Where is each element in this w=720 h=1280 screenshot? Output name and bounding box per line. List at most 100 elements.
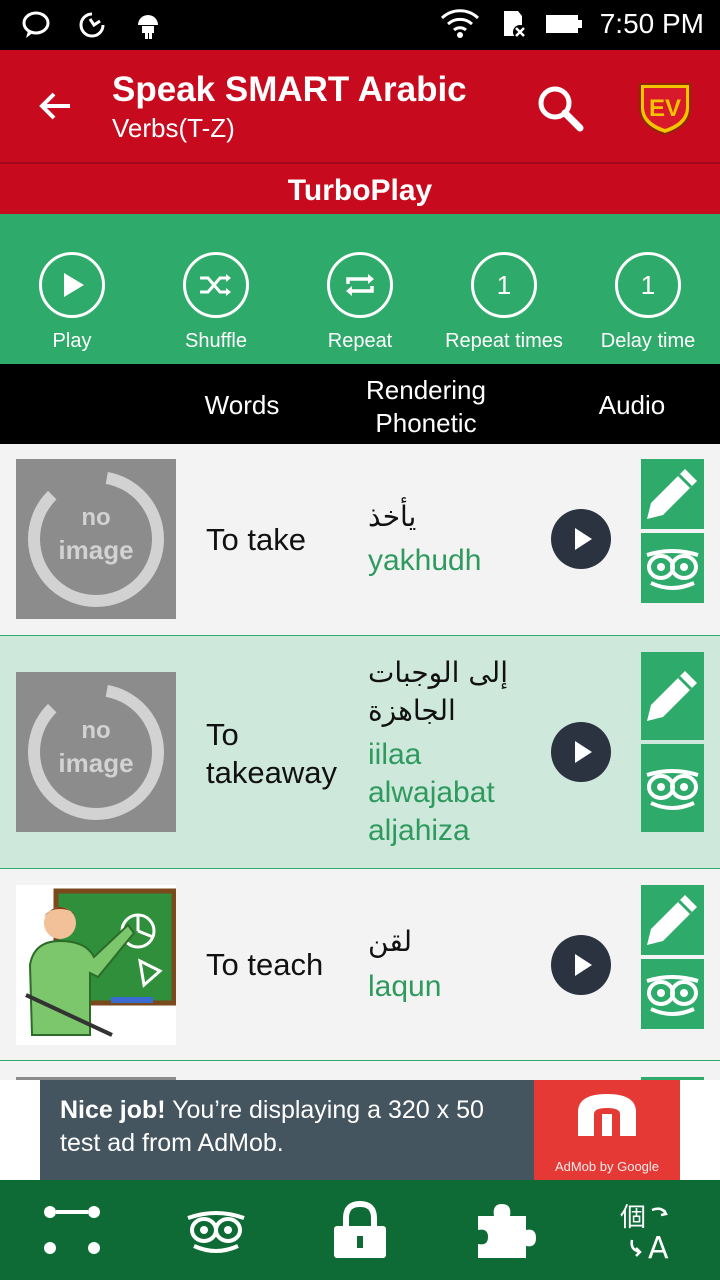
phonetic-line: aljahiza — [368, 814, 470, 847]
audio-play-button[interactable] — [551, 722, 611, 782]
back-arrow-icon[interactable] — [36, 86, 76, 126]
owl-button[interactable] — [641, 533, 704, 603]
bottom-navigation: 個A — [0, 1180, 720, 1280]
list-item-partial[interactable] — [0, 1061, 720, 1080]
no-image-label-line2: image — [58, 535, 133, 565]
phonetic-header-line: Phonetic — [375, 408, 477, 438]
audio-play-button[interactable] — [551, 935, 611, 995]
wifi-icon — [440, 9, 479, 38]
repeat-times-control[interactable]: 1 Repeat times — [432, 252, 576, 353]
arabic-text: إلى الوجبات الجاهزة — [368, 654, 508, 730]
repeat-times-value[interactable]: 1 — [471, 252, 537, 318]
clock: 7:50 PM — [599, 8, 704, 39]
ad-brand: AdMob by Google — [554, 1159, 660, 1174]
word-line: takeaway — [206, 755, 337, 790]
svg-text:A: A — [648, 1231, 669, 1260]
edit-button[interactable] — [641, 652, 704, 740]
word-text: To take — [206, 522, 306, 557]
no-image-label-line1: no — [81, 504, 110, 531]
play-icon — [575, 954, 592, 976]
owl-button[interactable] — [641, 959, 704, 1029]
rendering-phonetic-column-header: Rendering Phonetic — [346, 374, 506, 440]
ad-text: Nice job! You’re displaying a 320 x 50 t… — [60, 1094, 530, 1160]
audio-play-button[interactable] — [551, 509, 611, 569]
delay-time-label: Delay time — [600, 330, 696, 352]
audio-column-header: Audio — [598, 390, 666, 420]
edit-button[interactable] — [641, 459, 704, 529]
owl-button[interactable] — [641, 744, 704, 832]
translate-icon[interactable]: 個A — [616, 1200, 680, 1260]
repeat-button[interactable] — [327, 252, 393, 318]
no-image-placeholder: no image — [16, 672, 176, 832]
logo-text: EV — [649, 95, 681, 122]
turboplay-header: TurboPlay — [0, 162, 720, 214]
shuffle-label: Shuffle — [185, 330, 247, 352]
status-bar: 7:50 PM — [0, 0, 720, 50]
repeat-icon — [346, 274, 374, 296]
pencil-icon — [647, 469, 697, 519]
shuffle-icon — [200, 274, 231, 296]
word-text: To takeaway — [206, 716, 337, 792]
list-item[interactable]: no image To takeaway إلى الوجبات الجاهزة… — [0, 636, 720, 869]
ev-logo-icon[interactable]: EV — [636, 78, 694, 136]
teacher-illustration — [16, 885, 176, 1045]
list-item[interactable]: To teach لقن laqun — [0, 869, 720, 1061]
pencil-icon — [647, 895, 697, 945]
repeat-control[interactable]: Repeat — [288, 252, 432, 353]
column-header: Words Rendering Phonetic Audio — [0, 364, 720, 444]
repeat-times-label: Repeat times — [445, 330, 563, 352]
puzzle-icon[interactable] — [472, 1200, 536, 1260]
owl-nav-icon[interactable] — [184, 1200, 248, 1260]
search-icon[interactable] — [534, 82, 586, 134]
teacher-image-icon — [25, 888, 176, 1037]
play-button[interactable] — [39, 252, 105, 318]
ad-banner[interactable]: Nice job! You’re displaying a 320 x 50 t… — [40, 1080, 680, 1180]
pencil-icon — [647, 671, 697, 721]
ad-headline: Nice job! — [60, 1096, 166, 1124]
chat-notification-icon — [22, 11, 50, 38]
playback-controls: Play Shuffle Repeat 1 Repeat times 1 Del… — [0, 214, 720, 364]
play-label: Play — [52, 330, 92, 352]
battery-icon — [545, 15, 582, 33]
app-subtitle: Verbs(T-Z) — [112, 113, 235, 143]
title-block: Speak SMART Arabic Verbs(T-Z) — [112, 70, 467, 146]
words-column-header: Words — [204, 390, 280, 420]
lock-icon[interactable] — [328, 1200, 392, 1260]
rendering-header-line: Rendering — [366, 375, 486, 405]
play-control[interactable]: Play — [0, 252, 144, 353]
no-image-icon: no image — [28, 684, 164, 820]
phonetic-text: iilaa alwajabat aljahiza — [368, 736, 495, 850]
sd-card-icon — [503, 11, 527, 39]
flow-icon[interactable] — [40, 1200, 104, 1260]
shuffle-button[interactable] — [183, 252, 249, 318]
phonetic-text: laqun — [368, 970, 442, 1003]
play-icon — [575, 741, 592, 763]
arabic-text: لقن — [368, 925, 413, 958]
repeat-label: Repeat — [327, 330, 393, 352]
list-item[interactable]: no image To take يأخذ yakhudh — [0, 444, 720, 636]
play-icon — [575, 528, 592, 550]
no-image-label-line2: image — [58, 748, 133, 778]
shuffle-control[interactable]: Shuffle — [144, 252, 288, 353]
edit-button[interactable] — [641, 885, 704, 955]
arabic-text: يأخذ — [368, 500, 417, 533]
owl-icon — [646, 975, 699, 1016]
word-text: To teach — [206, 947, 324, 982]
arabic-line: إلى الوجبات — [368, 656, 508, 689]
play-icon — [64, 273, 84, 297]
delay-time-control[interactable]: 1 Delay time — [576, 252, 720, 353]
delay-time-value[interactable]: 1 — [615, 252, 681, 318]
app-title: Speak SMART Arabic — [112, 70, 467, 109]
owl-icon — [646, 549, 699, 590]
admob-icon — [578, 1094, 636, 1136]
admob-logo: AdMob by Google — [534, 1080, 680, 1180]
svg-text:個: 個 — [620, 1203, 646, 1233]
no-image-label-line1: no — [81, 717, 110, 744]
owl-icon — [646, 769, 699, 810]
arabic-line: الجاهزة — [368, 694, 456, 727]
phonetic-line: iilaa — [368, 738, 422, 771]
android-icon — [138, 15, 158, 39]
phonetic-text: yakhudh — [368, 544, 482, 577]
no-image-icon: no image — [28, 471, 164, 607]
sync-icon — [79, 12, 105, 38]
